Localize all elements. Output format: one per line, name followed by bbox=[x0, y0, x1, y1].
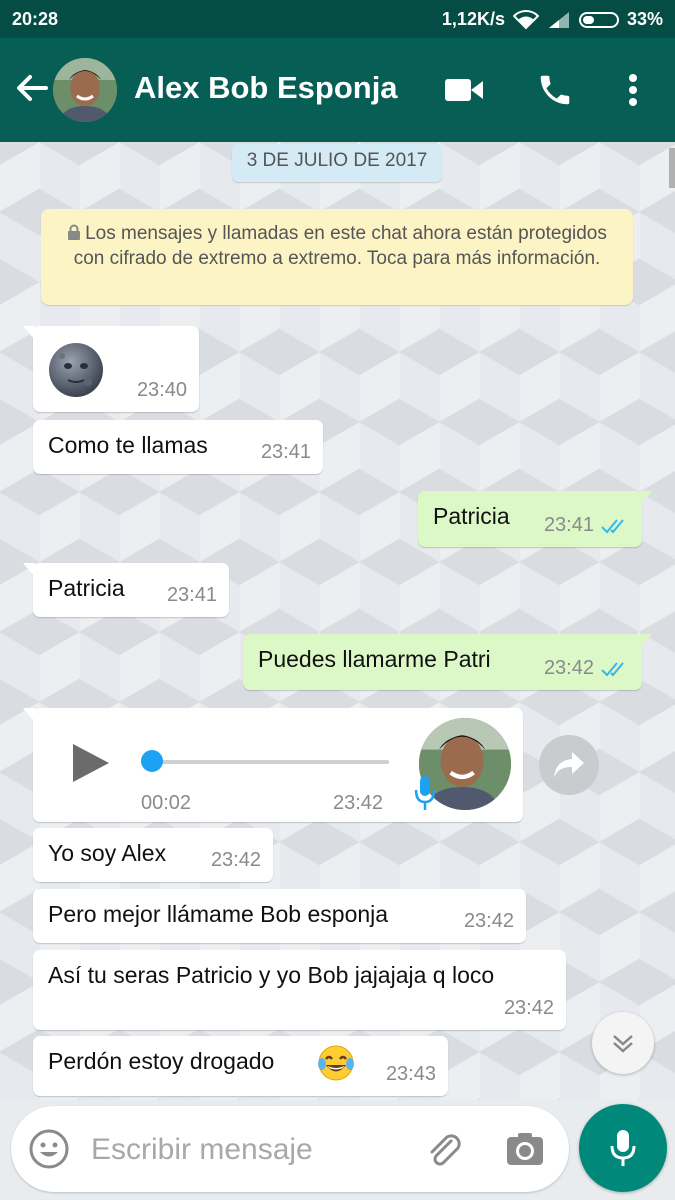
video-call-button[interactable] bbox=[442, 68, 486, 112]
message-incoming[interactable]: Pero mejor llámame Bob esponja 23:42 bbox=[33, 889, 526, 943]
emoji-icon[interactable] bbox=[27, 1127, 71, 1171]
tears-of-joy-emoji bbox=[318, 1045, 354, 1081]
message-time: 23:42 bbox=[333, 792, 384, 814]
message-text: Pero mejor llámame Bob esponja bbox=[48, 901, 389, 927]
scroll-to-bottom-button[interactable] bbox=[592, 1012, 654, 1074]
message-time: 23:41 bbox=[260, 441, 311, 463]
message-incoming[interactable]: Yo soy Alex 23:42 bbox=[33, 828, 273, 882]
message-text: Como te llamas bbox=[48, 432, 208, 458]
message-composer bbox=[11, 1106, 569, 1192]
bubble-tail bbox=[640, 491, 652, 505]
message-outgoing[interactable]: Puedes llamarme Patri 23:42 bbox=[243, 634, 652, 690]
clock: 20:28 bbox=[12, 9, 59, 29]
message-time: 23:40 bbox=[136, 379, 187, 401]
message-text: Perdón estoy drogado bbox=[48, 1048, 275, 1074]
bubble-tail bbox=[23, 326, 35, 340]
voice-message[interactable]: 00:02 23:42 bbox=[23, 708, 523, 822]
message-list[interactable]: 3 DE JULIO DE 2017 Los mensajes y llamad… bbox=[0, 142, 675, 1100]
bubble-tail bbox=[640, 634, 652, 648]
status-bar: 20:28 1,12K/s 33% bbox=[0, 0, 675, 38]
read-receipt-icon bbox=[601, 519, 624, 534]
voice-record-button[interactable] bbox=[579, 1104, 667, 1192]
message-text: Patricia bbox=[48, 575, 125, 601]
read-receipt-icon bbox=[601, 662, 624, 677]
forward-arrow-icon bbox=[554, 752, 584, 778]
voice-call-button[interactable] bbox=[533, 68, 577, 112]
message-time: 23:42 bbox=[210, 849, 261, 871]
bubble-tail bbox=[23, 563, 35, 577]
message-time: 23:42 bbox=[543, 657, 594, 679]
message-time: 23:42 bbox=[503, 997, 554, 1019]
message-text: Puedes llamarme Patri bbox=[258, 646, 491, 672]
more-vertical-icon bbox=[629, 74, 637, 106]
contact-avatar[interactable] bbox=[53, 58, 117, 122]
message-text: Así tu seras Patricio y yo Bob jajajaja … bbox=[48, 962, 495, 988]
play-icon[interactable] bbox=[71, 742, 111, 784]
battery-percent: 33% bbox=[626, 9, 663, 29]
new-moon-face-emoji bbox=[49, 343, 103, 397]
attachment-icon[interactable] bbox=[421, 1127, 465, 1171]
message-time: 23:41 bbox=[166, 584, 217, 606]
date-divider: 3 DE JULIO DE 2017 bbox=[232, 144, 442, 182]
double-chevron-down-icon bbox=[613, 1035, 633, 1053]
video-camera-icon bbox=[445, 79, 483, 101]
wifi-icon bbox=[512, 9, 539, 29]
message-text: Yo soy Alex bbox=[48, 840, 167, 866]
message-outgoing[interactable]: Patricia 23:41 bbox=[418, 491, 652, 547]
network-speed: 1,12K/s bbox=[441, 9, 505, 29]
message-incoming[interactable]: Perdón estoy drogado 23:43 bbox=[33, 1036, 448, 1096]
battery-level-fill bbox=[582, 15, 594, 24]
message-time: 23:42 bbox=[463, 910, 514, 932]
lock-icon bbox=[68, 224, 81, 240]
microphone-icon bbox=[610, 1130, 636, 1166]
contact-name[interactable]: Alex Bob Esponja bbox=[134, 70, 398, 106]
message-input[interactable] bbox=[89, 1124, 413, 1176]
chat-header: Alex Bob Esponja bbox=[0, 38, 675, 142]
voice-progress-track[interactable] bbox=[151, 760, 389, 764]
battery-icon bbox=[578, 11, 619, 28]
status-indicators: 1,12K/s 33% bbox=[442, 9, 663, 30]
forward-button[interactable] bbox=[539, 735, 599, 795]
signal-icon bbox=[548, 11, 569, 28]
message-text: Patricia bbox=[433, 503, 510, 529]
camera-icon[interactable] bbox=[503, 1127, 547, 1171]
scrollbar[interactable] bbox=[669, 148, 675, 188]
encryption-notice[interactable]: Los mensajes y llamadas en este chat aho… bbox=[41, 209, 633, 305]
message-incoming[interactable]: Como te llamas 23:41 bbox=[33, 420, 323, 474]
microphone-icon bbox=[414, 776, 436, 810]
message-incoming[interactable]: Así tu seras Patricio y yo Bob jajajaja … bbox=[33, 950, 566, 1030]
overflow-menu-button[interactable] bbox=[611, 68, 655, 112]
voice-progress-handle[interactable] bbox=[141, 750, 163, 772]
message-time: 23:41 bbox=[543, 514, 594, 536]
phone-icon bbox=[540, 75, 570, 105]
message-incoming[interactable]: 23:40 bbox=[23, 326, 199, 412]
voice-duration: 00:02 bbox=[141, 792, 192, 814]
encryption-notice-text: Los mensajes y llamadas en este chat aho… bbox=[73, 223, 607, 269]
message-incoming[interactable]: Patricia 23:41 bbox=[23, 563, 229, 617]
message-time: 23:43 bbox=[385, 1063, 436, 1085]
back-arrow-icon[interactable] bbox=[12, 68, 52, 108]
bubble-tail bbox=[23, 708, 35, 722]
